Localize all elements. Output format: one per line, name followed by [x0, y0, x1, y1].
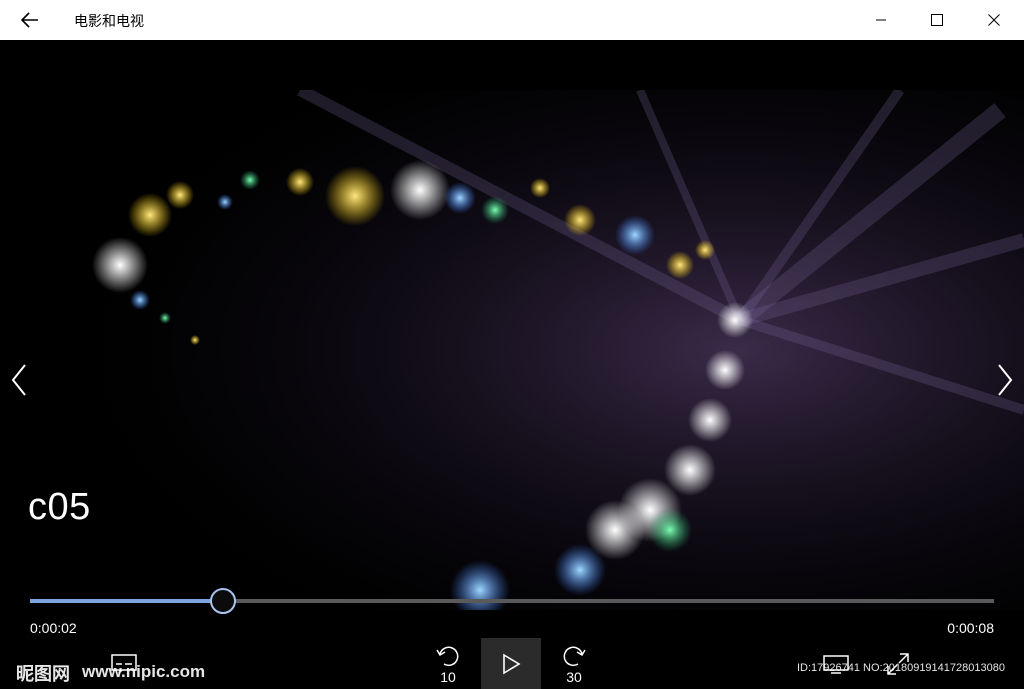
close-button[interactable]: [966, 0, 1022, 40]
chevron-left-icon: [11, 364, 26, 396]
chevron-right-icon: [998, 364, 1013, 396]
minimize-button[interactable]: [853, 0, 909, 40]
watermark-logo: 昵图网: [16, 664, 70, 685]
watermark-id: ID:17926741 NO:20180919141728013080: [797, 662, 1005, 674]
maximize-button[interactable]: [909, 0, 965, 40]
seek-bar-thumb[interactable]: [209, 588, 236, 614]
play-button[interactable]: [481, 638, 541, 689]
elapsed-time: 0:00:02: [30, 620, 77, 636]
play-icon: [503, 653, 521, 674]
maximize-icon: [931, 14, 943, 26]
skip-back-icon: [436, 646, 459, 667]
arrow-left-icon: [21, 12, 38, 28]
app-title: 电影和电视: [74, 14, 144, 30]
video-stage[interactable]: c05 0:00:02 0:00:08 10 30 昵图网 www.nipic.…: [0, 40, 1024, 689]
video-title: c05: [28, 486, 91, 528]
back-button[interactable]: [10, 0, 50, 40]
next-video-button[interactable]: [990, 360, 1020, 400]
total-time: 0:00:08: [947, 620, 994, 636]
skip-forward-label: 30: [566, 669, 582, 685]
skip-forward-icon: [563, 646, 586, 667]
skip-back-button[interactable]: 10: [418, 638, 478, 689]
video-frame: [0, 90, 1024, 610]
seek-bar-progress: [30, 599, 223, 603]
minimize-icon: [876, 19, 886, 21]
title-bar: 电影和电视: [0, 0, 1024, 40]
previous-video-button[interactable]: [4, 360, 34, 400]
skip-back-label: 10: [440, 669, 456, 685]
seek-bar[interactable]: [30, 588, 994, 614]
watermark-url: www.nipic.com: [82, 662, 206, 681]
close-icon: [988, 14, 1000, 26]
skip-forward-button[interactable]: 30: [544, 638, 604, 689]
